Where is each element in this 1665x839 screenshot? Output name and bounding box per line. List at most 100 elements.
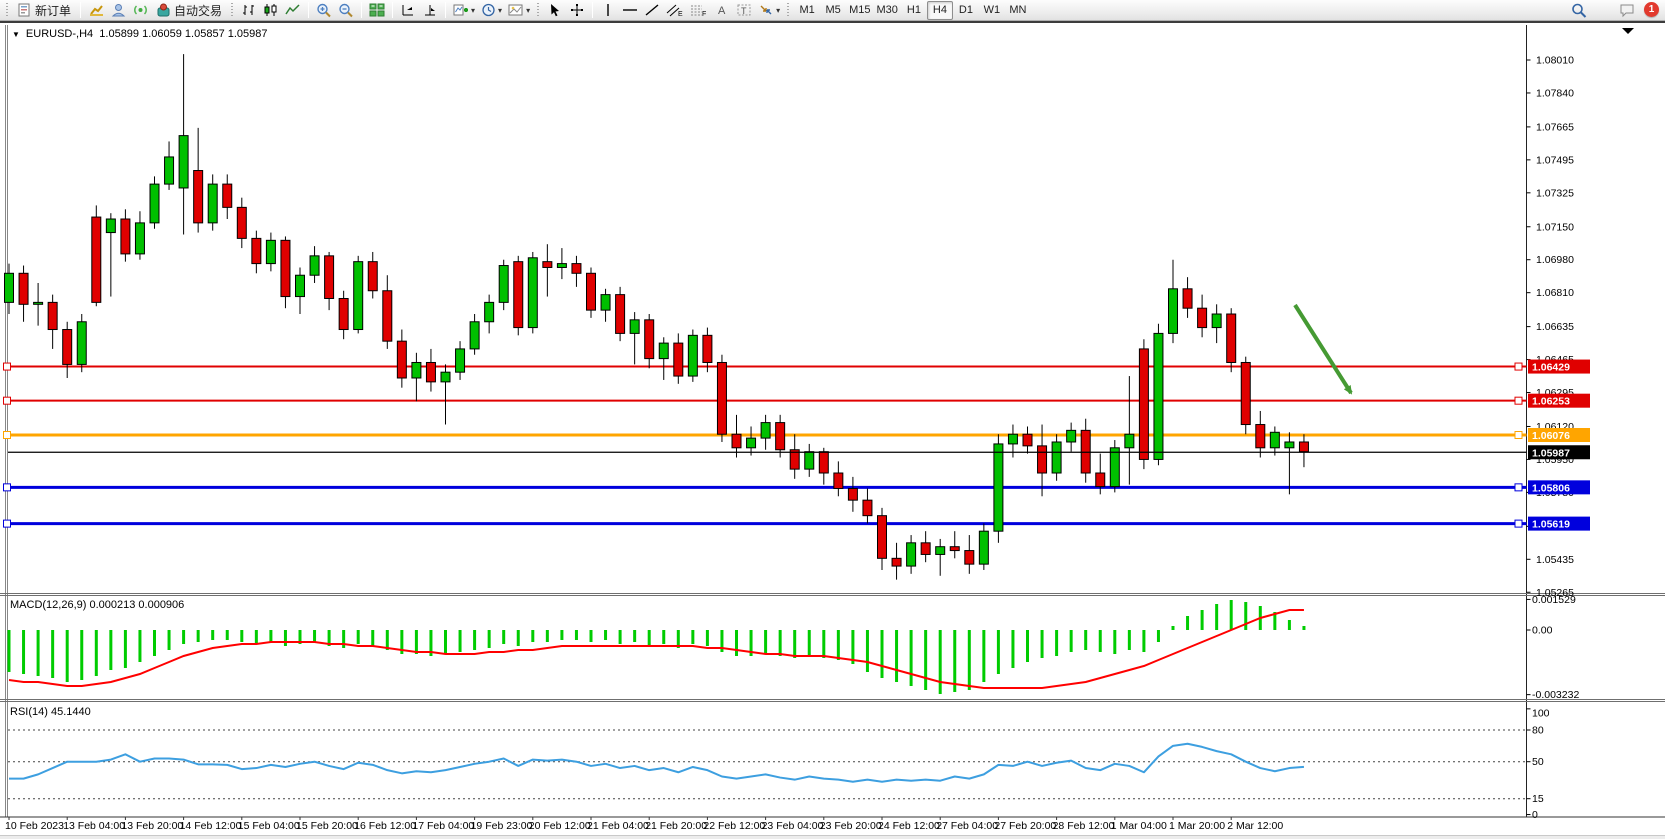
macd-axis: 0.0015290.00-0.003232: [1527, 594, 1580, 701]
price-tick-label: 1.07150: [1536, 221, 1574, 233]
time-tick-label: 13 Feb 04:00: [63, 820, 125, 832]
zoom-in-button[interactable]: [313, 1, 335, 20]
chart-shift-button[interactable]: [419, 1, 441, 20]
horizontal-line-button[interactable]: [619, 1, 641, 20]
candlestick-chart-button[interactable]: [260, 1, 282, 20]
autotrading-button[interactable]: 自动交易: [151, 1, 227, 20]
period-button[interactable]: ▾: [478, 1, 505, 20]
candle: [223, 184, 232, 207]
macd-pane-splitter[interactable]: [0, 593, 1665, 594]
chevron-down-icon: ▾: [471, 6, 475, 15]
text-label-button[interactable]: T: [733, 1, 755, 20]
tile-windows-button[interactable]: [366, 1, 388, 20]
candle: [863, 500, 872, 516]
candle: [266, 240, 275, 263]
template-button[interactable]: ▾: [505, 1, 533, 20]
market-watch-button[interactable]: [85, 1, 107, 20]
price-lines: 1.06429 1.06253 1.06076 1.05806 1.05619: [4, 360, 1591, 531]
auto-scroll-button[interactable]: [397, 1, 419, 20]
candle: [441, 372, 450, 382]
timeframe-button-H1[interactable]: H1: [901, 1, 927, 20]
timeframe-button-D1[interactable]: D1: [953, 1, 979, 20]
timeframe-button-M15[interactable]: M15: [846, 1, 873, 20]
chart-shift-icon: [422, 3, 438, 17]
price-tick-label: 1.05435: [1536, 554, 1574, 566]
search-button[interactable]: [1568, 1, 1590, 20]
notification-badge[interactable]: 1: [1644, 2, 1659, 17]
autotrading-icon: [156, 3, 171, 17]
arrow-annotation[interactable]: [1295, 305, 1351, 393]
timeframe-button-M5[interactable]: M5: [820, 1, 846, 20]
toolbar-grip[interactable]: [786, 3, 791, 17]
timeframe-button-M1[interactable]: M1: [794, 1, 820, 20]
signal-button[interactable]: [129, 1, 151, 20]
candle: [572, 264, 581, 274]
candle: [135, 223, 144, 254]
arrows-button[interactable]: ▾: [755, 1, 783, 20]
candle: [237, 207, 246, 238]
macd-tick-label: -0.003232: [1532, 689, 1579, 701]
price-line-1.06429[interactable]: 1.06429: [4, 360, 1591, 374]
timeframe-button-H4[interactable]: H4: [927, 1, 953, 20]
candle: [616, 295, 625, 334]
trendline-button[interactable]: [641, 1, 663, 20]
candle: [703, 335, 712, 362]
new-order-button[interactable]: 新订单: [13, 1, 76, 20]
price-line-1.05806[interactable]: 1.05806: [4, 480, 1591, 494]
line-chart-button[interactable]: [282, 1, 304, 20]
equidistant-channel-button[interactable]: E: [663, 1, 687, 20]
toolbar-grip[interactable]: [230, 3, 235, 17]
timeframe-button-W1[interactable]: W1: [979, 1, 1005, 20]
window-bottom-edge: [0, 835, 1665, 839]
profile-button[interactable]: [107, 1, 129, 20]
notifications-button[interactable]: [1616, 1, 1639, 20]
time-tick-label: 24 Feb 12:00: [878, 820, 940, 832]
chart-canvas[interactable]: 1.080101.078401.076651.074951.073251.071…: [0, 23, 1665, 839]
toolbar-grip[interactable]: [536, 3, 541, 17]
new-order-label: 新订单: [35, 2, 71, 19]
timeframe-button-M30[interactable]: M30: [874, 1, 901, 20]
bar-chart-button[interactable]: [238, 1, 260, 20]
template-icon: [508, 3, 524, 17]
candle: [543, 262, 552, 268]
chart-menu-arrow-icon[interactable]: ▼: [12, 30, 20, 39]
add-indicator-button[interactable]: ▾: [450, 1, 478, 20]
price-line-1.06076[interactable]: 1.06076: [4, 428, 1591, 442]
fibonacci-button[interactable]: F: [687, 1, 711, 20]
candle: [965, 551, 974, 565]
candle: [1008, 434, 1017, 444]
price-line-badge-label: 1.06076: [1532, 430, 1570, 442]
price-line-1.06253[interactable]: 1.06253: [4, 394, 1591, 408]
zoom-out-icon: [338, 3, 354, 18]
cursor-button[interactable]: [544, 1, 566, 20]
chart-shift-marker[interactable]: [1622, 28, 1634, 34]
vertical-line-button[interactable]: [597, 1, 619, 20]
zoom-out-button[interactable]: [335, 1, 357, 20]
add-indicator-icon: [453, 3, 469, 17]
rsi-pane-splitter[interactable]: [0, 699, 1665, 700]
time-tick-label: 27 Feb 20:00: [994, 820, 1056, 832]
time-tick-label: 23 Feb 20:00: [820, 820, 882, 832]
chevron-down-icon: ▾: [776, 6, 780, 15]
candle: [34, 302, 43, 304]
time-tick-label: 14 Feb 12:00: [180, 820, 242, 832]
timeframe-button-MN[interactable]: MN: [1005, 1, 1031, 20]
chart-title: ▼ EURUSD-,H4 1.05899 1.06059 1.05857 1.05…: [12, 28, 268, 40]
candle: [907, 543, 916, 566]
time-tick-label: 28 Feb 12:00: [1053, 820, 1115, 832]
crosshair-button[interactable]: [566, 1, 588, 20]
chart-frame: [0, 25, 1665, 817]
price-line-1.05619[interactable]: 1.05619: [4, 517, 1591, 531]
text-button[interactable]: A: [711, 1, 733, 20]
horizontal-line-icon: [622, 3, 638, 17]
time-tick-label: 15 Feb 04:00: [238, 820, 300, 832]
candle: [106, 219, 115, 233]
line-handle: [1515, 520, 1522, 527]
chart-ohlc-values: 1.05899 1.06059 1.05857 1.05987: [99, 28, 267, 40]
line-handle: [4, 432, 11, 439]
chart-symbol-period: EURUSD-,H4: [26, 28, 93, 40]
price-tick-label: 1.06810: [1536, 287, 1574, 299]
toolbar-grip[interactable]: [5, 3, 10, 17]
price-tick-label: 1.06635: [1536, 321, 1574, 333]
time-tick-label: 1 Mar 20:00: [1169, 820, 1225, 832]
